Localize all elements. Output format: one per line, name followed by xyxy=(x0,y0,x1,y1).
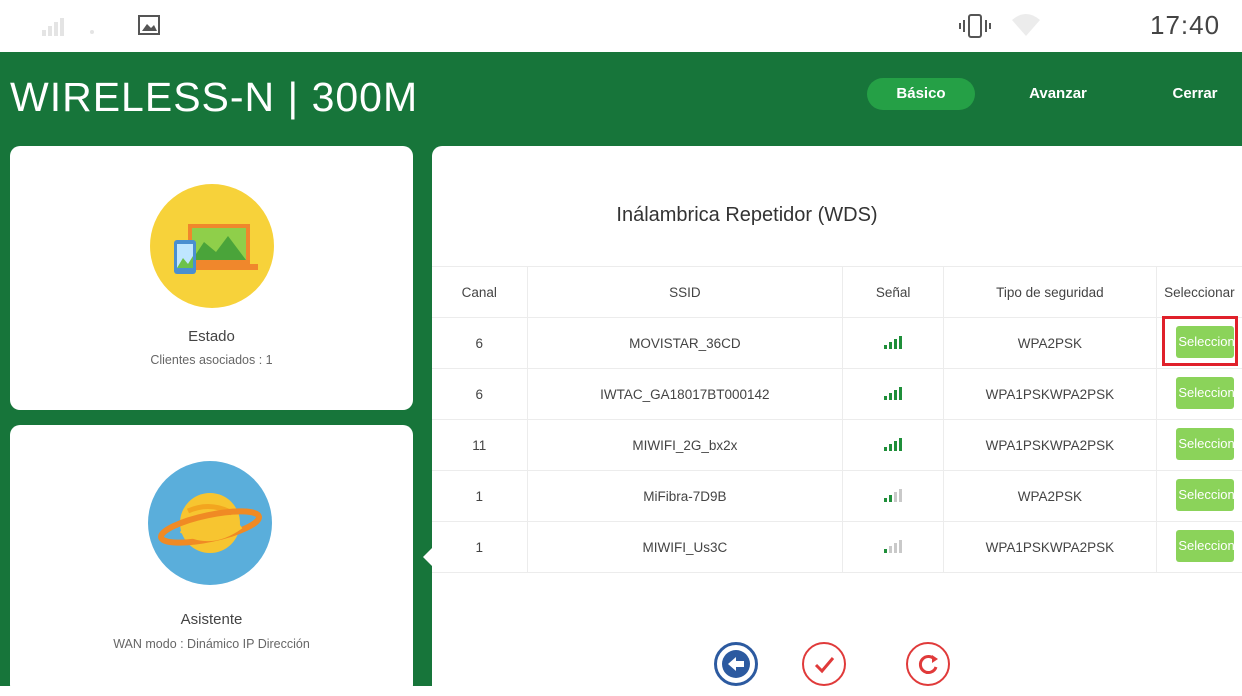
signal-bars-icon xyxy=(884,488,903,502)
signal-bar xyxy=(884,395,888,400)
select-network-button[interactable]: Seleccionar xyxy=(1176,376,1235,409)
cell-security: WPA2PSK xyxy=(943,470,1157,522)
wifi-icon xyxy=(1012,14,1040,36)
signal-bar xyxy=(889,545,893,553)
cell-ssid: MIWIFI_Us3C xyxy=(526,521,843,573)
signal-bar xyxy=(894,542,898,553)
cell-ssid: IWTAC_GA18017BT000142 xyxy=(526,368,843,420)
cell-security: WPA1PSKWPA2PSK xyxy=(943,419,1157,471)
confirm-button[interactable] xyxy=(802,642,846,686)
signal-strength-icon xyxy=(42,18,94,36)
estado-card[interactable]: Estado Clientes asociados : 1 xyxy=(10,146,413,410)
signal-bar xyxy=(884,344,888,349)
wds-table: Canal SSID Señal Tipo de seguridad Selec… xyxy=(432,266,1242,573)
signal-bar xyxy=(889,443,893,451)
cell-signal xyxy=(842,368,944,420)
cell-select: Seleccionar xyxy=(1155,368,1242,420)
select-network-button[interactable]: Seleccionar xyxy=(1176,427,1235,460)
table-row: 11 MIWIFI_2G_bx2x WPA1PSKWPA2PSK Selecci… xyxy=(432,419,1242,471)
arrow-left-icon xyxy=(722,650,750,678)
asistente-title: Asistente xyxy=(180,611,243,628)
cell-select: Seleccionar xyxy=(1155,470,1242,522)
table-row: 1 MiFibra-7D9B WPA2PSK Seleccionar xyxy=(432,470,1242,522)
signal-bars-icon xyxy=(884,386,903,400)
cell-ssid: MiFibra-7D9B xyxy=(526,470,843,522)
signal-bar xyxy=(884,446,888,451)
signal-bar xyxy=(889,341,893,349)
cell-canal: 6 xyxy=(432,317,528,369)
checkmark-icon xyxy=(814,657,835,674)
image-icon xyxy=(138,15,160,35)
signal-bar xyxy=(894,440,898,451)
cell-security: WPA1PSKWPA2PSK xyxy=(943,368,1157,420)
cell-canal: 11 xyxy=(432,419,528,471)
estado-title: Estado xyxy=(188,328,235,345)
planet-icon xyxy=(148,461,272,585)
vibrate-icon xyxy=(959,14,991,38)
estado-subtitle: Clientes asociados : 1 xyxy=(150,353,273,367)
signal-bar xyxy=(899,335,903,349)
clock: 17:40 xyxy=(1150,10,1221,40)
table-row: 1 MIWIFI_Us3C WPA1PSKWPA2PSK Seleccionar xyxy=(432,521,1242,573)
cell-canal: 1 xyxy=(432,521,528,573)
signal-bars-icon xyxy=(884,335,903,349)
asistente-card[interactable]: Asistente WAN modo : Dinámico IP Direcci… xyxy=(10,425,413,695)
select-network-button[interactable]: Seleccionar xyxy=(1176,478,1235,511)
col-header-senal: Señal xyxy=(842,266,944,318)
cell-ssid: MOVISTAR_36CD xyxy=(526,317,843,369)
cell-canal: 1 xyxy=(432,470,528,522)
cell-canal: 6 xyxy=(432,368,528,420)
brand-title: WIRELESS-N | 300M xyxy=(10,74,419,120)
app-frame: WIRELESS-N | 300M Básico Avanzar Cerrar … xyxy=(0,52,1242,696)
signal-bars-icon xyxy=(884,437,903,451)
col-header-ssid: SSID xyxy=(526,266,843,318)
signal-bar xyxy=(894,338,898,349)
signal-bar xyxy=(899,488,903,502)
signal-bar xyxy=(894,389,898,400)
device-screens-icon xyxy=(150,184,274,308)
nav-avanzar-button[interactable]: Avanzar xyxy=(1010,78,1106,110)
back-button[interactable] xyxy=(714,642,758,686)
cell-ssid: MIWIFI_2G_bx2x xyxy=(526,419,843,471)
cell-select: Seleccionar xyxy=(1155,521,1242,573)
col-header-select: Seleccionar xyxy=(1155,266,1242,318)
signal-bar xyxy=(899,386,903,400)
cell-select: Seleccionar xyxy=(1155,419,1242,471)
signal-bar xyxy=(889,494,893,502)
status-bar: 17:40 xyxy=(0,0,1242,52)
nav-cerrar-button[interactable]: Cerrar xyxy=(1160,78,1230,110)
panel-title: Inálambrica Repetidor (WDS) xyxy=(616,204,878,226)
selection-highlight-box xyxy=(1162,316,1238,366)
signal-bar xyxy=(899,437,903,451)
select-network-button[interactable]: Seleccionar xyxy=(1176,529,1235,562)
table-row: 6 MOVISTAR_36CD WPA2PSK Seleccionar xyxy=(432,317,1242,369)
signal-bar xyxy=(894,491,898,502)
cell-signal xyxy=(842,317,944,369)
cell-security: WPA2PSK xyxy=(943,317,1157,369)
signal-bars-icon xyxy=(884,539,903,553)
col-header-canal: Canal xyxy=(432,266,528,318)
cell-signal xyxy=(842,419,944,471)
signal-bar xyxy=(884,548,888,553)
refresh-icon xyxy=(918,655,938,674)
asistente-subtitle: WAN modo : Dinámico IP Dirección xyxy=(113,637,310,651)
col-header-security: Tipo de seguridad xyxy=(943,266,1157,318)
cell-signal xyxy=(842,470,944,522)
cell-security: WPA1PSKWPA2PSK xyxy=(943,521,1157,573)
signal-bar xyxy=(899,539,903,553)
signal-bar xyxy=(884,497,888,502)
wds-panel: Inálambrica Repetidor (WDS) Canal SSID S… xyxy=(432,146,1242,696)
table-row: 6 IWTAC_GA18017BT000142 WPA1PSKWPA2PSK S… xyxy=(432,368,1242,420)
cell-signal xyxy=(842,521,944,573)
refresh-button[interactable] xyxy=(906,642,950,686)
table-header-row: Canal SSID Señal Tipo de seguridad Selec… xyxy=(432,266,1242,318)
signal-bar xyxy=(889,392,893,400)
nav-basico-button[interactable]: Básico xyxy=(867,78,975,110)
